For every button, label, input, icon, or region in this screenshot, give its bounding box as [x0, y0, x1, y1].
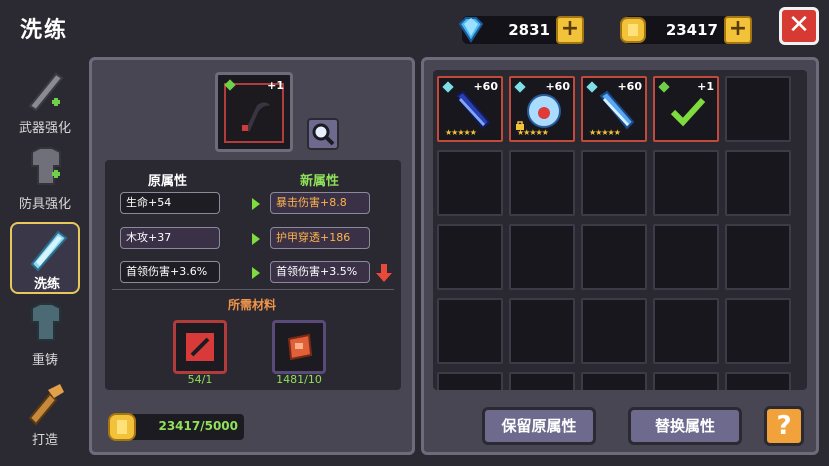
armor-icon — [31, 147, 61, 185]
old-attribute-1: 生命+54 — [120, 192, 220, 214]
inventory-slot[interactable] — [509, 224, 575, 290]
inventory-slot[interactable] — [581, 150, 647, 216]
check-icon — [670, 97, 706, 127]
arrow-icon — [252, 233, 260, 245]
inventory-slot[interactable] — [725, 224, 791, 290]
inventory-slot[interactable] — [653, 372, 719, 390]
replace-attributes-button[interactable]: 替换属性 — [628, 407, 742, 445]
page-title: 洗练 — [20, 18, 69, 43]
materials-title: 所需材料 — [227, 298, 276, 312]
item-level: +60 — [545, 80, 570, 93]
crystal-sword-icon — [30, 230, 68, 272]
forge-icon — [28, 384, 64, 426]
sidebar-item-forge[interactable]: 打造 — [10, 378, 80, 448]
add-coins-button[interactable]: + — [724, 16, 752, 44]
inventory-slot[interactable] — [437, 298, 503, 364]
gem-counter: 2831 + — [458, 16, 584, 44]
sidebar-item-label: 重铸 — [31, 353, 58, 368]
inspect-button[interactable] — [307, 118, 339, 150]
inventory-slot[interactable] — [653, 298, 719, 364]
new-attribute-3: 首领伤害+3.5% — [270, 261, 370, 283]
sidebar-item-armor-upgrade[interactable]: 防具强化 — [10, 142, 80, 212]
item-level: +60 — [473, 80, 498, 93]
sidebar-item-weapon-upgrade[interactable]: 武器强化 — [10, 66, 80, 136]
inventory-slot[interactable] — [437, 372, 503, 390]
inventory-slot[interactable] — [653, 150, 719, 216]
coin-icon — [620, 17, 646, 43]
arrow-icon — [252, 198, 260, 210]
sidebar-item-refine[interactable]: 洗练 — [10, 222, 80, 294]
armor-reforge-icon — [31, 303, 61, 341]
inventory-slot[interactable] — [653, 224, 719, 290]
inventory-grid: +60 ★★★★★ +60 ★★★★★ +60 ★★★★★ +1 — [433, 70, 807, 390]
old-attribute-3: 首领伤害+3.6% — [120, 261, 220, 283]
selected-item-slot[interactable]: +1 — [215, 72, 293, 152]
sidebar-item-label: 武器强化 — [18, 121, 71, 136]
item-level: +1 — [697, 80, 714, 93]
diamond-icon — [458, 17, 484, 43]
coin-counter: 23417 + — [620, 16, 752, 44]
sidebar-item-label: 打造 — [31, 433, 58, 448]
inventory-slot[interactable] — [437, 150, 503, 216]
inventory-slot[interactable] — [725, 298, 791, 364]
inventory-slot-1[interactable]: +60 ★★★★★ — [437, 76, 503, 142]
old-attribute-2: 木攻+37 — [120, 227, 220, 249]
arrow-icon — [252, 267, 260, 279]
inventory-slot[interactable] — [509, 372, 575, 390]
material-slot-2[interactable] — [272, 320, 326, 374]
divider — [112, 289, 394, 290]
material-slot-1[interactable] — [173, 320, 227, 374]
red-rune-icon — [186, 333, 214, 361]
inventory-slot[interactable] — [581, 298, 647, 364]
inventory-slot[interactable] — [725, 372, 791, 390]
coin-count: 23417 — [665, 21, 718, 39]
item-level: +1 — [267, 79, 284, 92]
coin-icon — [108, 413, 136, 441]
gold-cost-value: 23417/5000 — [158, 419, 238, 433]
inventory-slot[interactable] — [581, 372, 647, 390]
inventory-slot[interactable] — [509, 298, 575, 364]
inventory-slot-3[interactable]: +60 ★★★★★ — [581, 76, 647, 142]
scythe-icon — [242, 100, 274, 135]
sword-icon — [28, 72, 64, 112]
sidebar-item-label: 洗练 — [33, 277, 60, 292]
new-attribute-1: 暴击伤害+8.8 — [270, 192, 370, 214]
keep-original-button[interactable]: 保留原属性 — [482, 407, 596, 445]
inventory-slot-2[interactable]: +60 ★★★★★ — [509, 76, 575, 142]
item-stars: ★★★★★ — [589, 128, 621, 137]
original-attributes-header: 原属性 — [148, 174, 188, 189]
add-gems-button[interactable]: + — [556, 16, 584, 44]
item-stars: ★★★★★ — [445, 128, 477, 137]
decrease-arrow-icon — [376, 264, 392, 282]
material-count-2: 1481/10 — [276, 373, 322, 386]
magnifier-icon — [312, 123, 335, 146]
item-level: +60 — [617, 80, 642, 93]
material-count-1: 54/1 — [187, 373, 213, 386]
inventory-slot[interactable] — [581, 224, 647, 290]
new-attributes-header: 新属性 — [300, 174, 340, 189]
gold-cost: 23417/5000 — [108, 413, 244, 441]
inventory-slot-5[interactable] — [725, 76, 791, 142]
inventory-slot[interactable] — [725, 150, 791, 216]
orange-stone-icon — [287, 333, 313, 361]
gem-count: 2831 — [508, 21, 550, 39]
item-stars: ★★★★★ — [517, 128, 549, 137]
sidebar-item-reforge[interactable]: 重铸 — [10, 298, 80, 368]
close-button[interactable]: ✕ — [779, 7, 819, 45]
inventory-slot[interactable] — [509, 150, 575, 216]
selected-item-frame — [224, 83, 284, 143]
inventory-slot[interactable] — [437, 224, 503, 290]
inventory-slot-4[interactable]: +1 — [653, 76, 719, 142]
sidebar-item-label: 防具强化 — [18, 197, 71, 212]
new-attribute-2: 护甲穿透+186 — [270, 227, 370, 249]
help-button[interactable]: ? — [764, 406, 804, 446]
